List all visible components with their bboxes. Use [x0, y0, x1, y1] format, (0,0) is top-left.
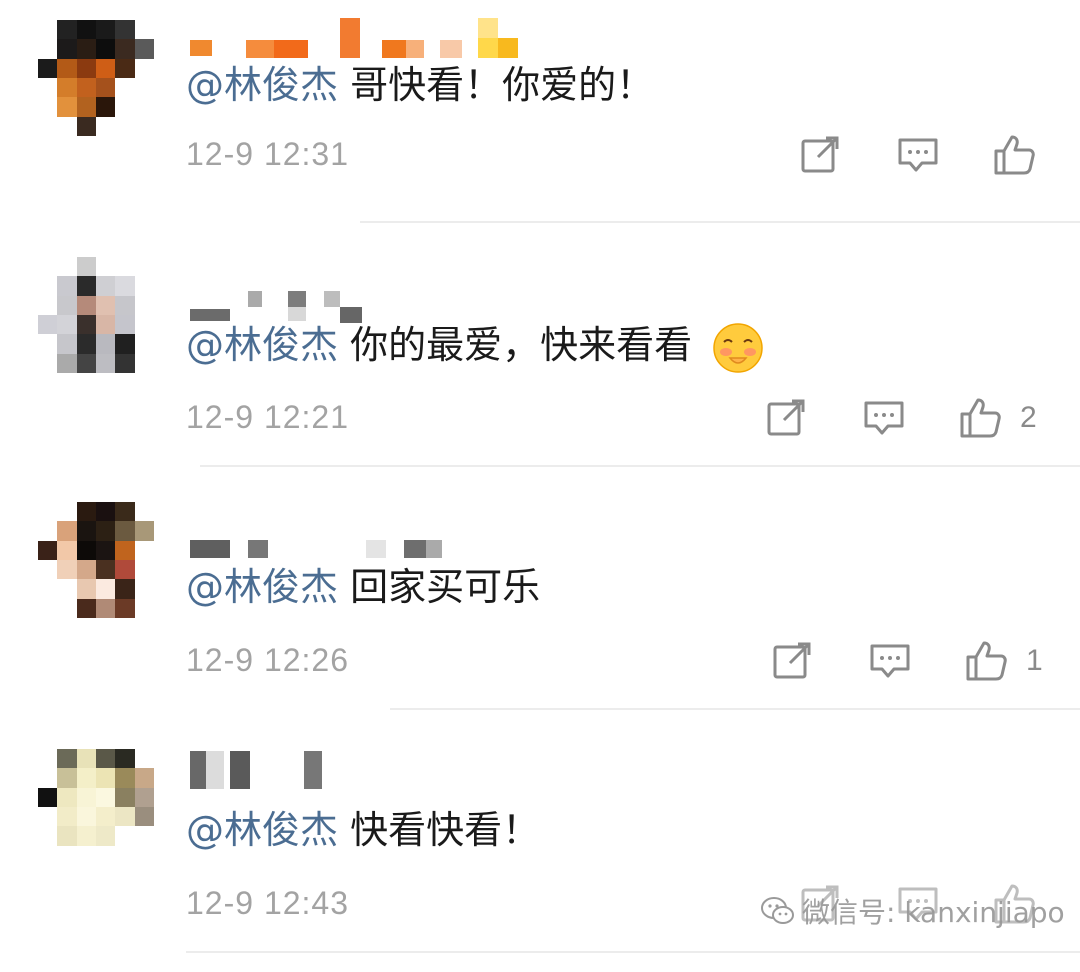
- comment-icon: [898, 138, 938, 172]
- avatar[interactable]: [38, 502, 154, 618]
- comment-item: @林俊杰 快看快看！ 12-9 12:43: [0, 729, 1080, 972]
- comment-icon: [864, 401, 904, 435]
- share-icon: [773, 642, 811, 679]
- share-button[interactable]: [798, 132, 842, 178]
- like-button[interactable]: 2: [958, 395, 1037, 441]
- mention-link[interactable]: @林俊杰: [186, 808, 338, 852]
- thumbs-up-icon: [960, 398, 1001, 438]
- divider: [186, 951, 1080, 953]
- reply-button[interactable]: [896, 132, 940, 178]
- divider: [360, 221, 1080, 223]
- share-button[interactable]: [770, 638, 814, 684]
- reply-button[interactable]: [862, 395, 906, 441]
- comment-item: @林俊杰 你的最爱，快来看看 12-9 12:21 2: [0, 243, 1080, 486]
- like-count: 2: [1020, 401, 1037, 434]
- comment-item: @林俊杰 哥快看！你爱的！ 12-9 12:31: [0, 0, 1080, 243]
- mention-link[interactable]: @林俊杰: [186, 63, 338, 107]
- divider: [200, 465, 1080, 467]
- comment-body: 你的最爱，快来看看: [350, 323, 693, 367]
- comment-icon: [870, 644, 910, 678]
- username-redacted[interactable]: [190, 18, 530, 60]
- blushing-face-icon: [713, 322, 763, 373]
- like-button[interactable]: [992, 132, 1054, 178]
- share-icon: [767, 399, 805, 436]
- comment-body: 快看快看！: [350, 808, 541, 852]
- timestamp: 12-9 12:26: [186, 642, 350, 678]
- comment-body: 哥快看！你爱的！: [350, 63, 655, 107]
- thumbs-up-icon: [966, 641, 1007, 681]
- comment-body: 回家买可乐: [350, 565, 541, 609]
- avatar[interactable]: [38, 749, 154, 865]
- timestamp: 12-9 12:21: [186, 399, 350, 435]
- wechat-icon: [761, 897, 794, 924]
- mention-link[interactable]: @林俊杰: [186, 323, 338, 367]
- wechat-watermark: 微信号: kanxinjiapo: [760, 890, 1065, 932]
- divider: [390, 708, 1080, 710]
- comment-text: @林俊杰 哥快看！你爱的！: [186, 58, 654, 112]
- reply-button[interactable]: [868, 638, 912, 684]
- watermark-text: 微信号: kanxinjiapo: [802, 896, 1065, 929]
- comment-text: @林俊杰 快看快看！: [186, 803, 540, 857]
- timestamp: 12-9 12:31: [186, 136, 350, 172]
- avatar[interactable]: [38, 257, 154, 373]
- timestamp: 12-9 12:43: [186, 885, 350, 921]
- comment-item: @林俊杰 回家买可乐 12-9 12:26 1: [0, 486, 1080, 729]
- share-icon: [801, 136, 839, 173]
- share-button[interactable]: [764, 395, 808, 441]
- username-redacted[interactable]: [190, 504, 530, 558]
- username-redacted[interactable]: [190, 261, 530, 323]
- comment-text: @林俊杰 回家买可乐: [186, 560, 540, 614]
- mention-link[interactable]: @林俊杰: [186, 565, 338, 609]
- avatar[interactable]: [38, 20, 154, 136]
- thumbs-up-icon: [994, 135, 1035, 175]
- like-button[interactable]: 1: [964, 638, 1043, 684]
- comment-text: @林俊杰 你的最爱，快来看看: [186, 318, 764, 374]
- like-count: 1: [1026, 644, 1043, 677]
- username-redacted[interactable]: [190, 747, 530, 789]
